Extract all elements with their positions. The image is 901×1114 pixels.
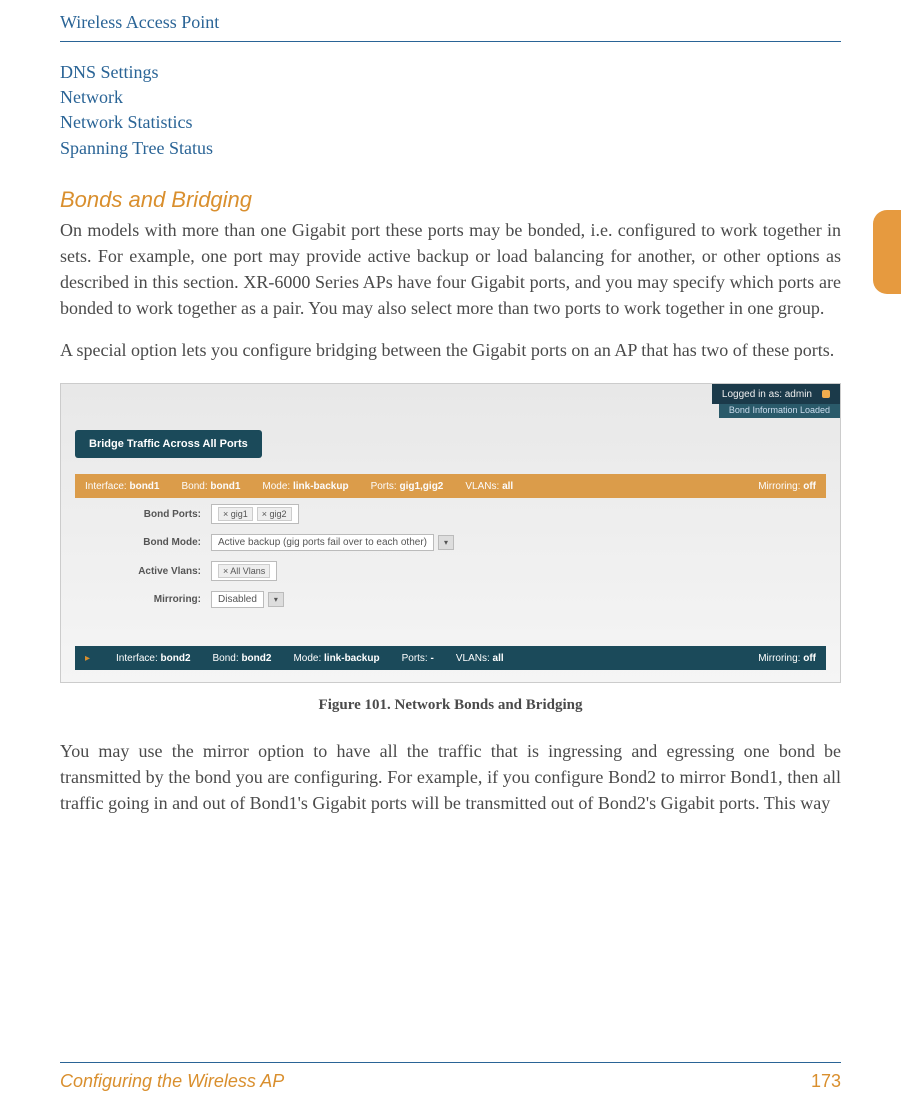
fig-login-text: Logged in as: admin xyxy=(722,389,812,400)
bond1-header-row[interactable]: Interface: bond1 Bond: bond1 Mode: link-… xyxy=(75,474,826,498)
bond2-interface-label: Interface: bond2 xyxy=(116,653,190,664)
fig-subtop: Bond Information Loaded xyxy=(719,404,840,418)
section-heading: Bonds and Bridging xyxy=(60,187,841,213)
bond2-ports-label: Ports: - xyxy=(402,653,434,664)
bond2-bond-label: Bond: bond2 xyxy=(213,653,272,664)
paragraph-2: A special option lets you configure brid… xyxy=(60,337,841,363)
bond1-ports-label: Ports: gig1,gig2 xyxy=(371,481,444,492)
active-vlans-label: Active Vlans: xyxy=(121,566,211,577)
bond2-mode-label: Mode: link-backup xyxy=(293,653,379,664)
footer-section-title: Configuring the Wireless AP xyxy=(60,1071,284,1092)
figure-caption: Figure 101. Network Bonds and Bridging xyxy=(60,697,841,714)
toc-link-netstats[interactable]: Network Statistics xyxy=(60,110,841,135)
section-tab-marker xyxy=(873,210,901,294)
port-chip-gig1[interactable]: × gig1 xyxy=(218,507,253,521)
fig-topbar: Logged in as: admin xyxy=(712,384,840,404)
bond2-header-row[interactable]: ▸ Interface: bond2 Bond: bond2 Mode: lin… xyxy=(75,646,826,670)
bond1-mirror-label: Mirroring: off xyxy=(758,481,816,492)
chevron-down-icon[interactable]: ▾ xyxy=(268,592,284,607)
bond1-bond-label: Bond: bond1 xyxy=(181,481,240,492)
bond2-mirror-label: Mirroring: off xyxy=(758,653,816,664)
bond-ports-input[interactable]: × gig1 × gig2 xyxy=(211,504,299,524)
vlan-chip-all[interactable]: × All Vlans xyxy=(218,564,270,578)
toc-link-spanning-tree[interactable]: Spanning Tree Status xyxy=(60,136,841,161)
bond1-interface-label: Interface: bond1 xyxy=(85,481,159,492)
page-footer: Configuring the Wireless AP 173 xyxy=(60,1062,841,1092)
bond-ports-label: Bond Ports: xyxy=(121,509,211,520)
bond1-vlans-label: VLANs: all xyxy=(465,481,513,492)
chevron-down-icon[interactable]: ▾ xyxy=(438,535,454,550)
bond1-mode-label: Mode: link-backup xyxy=(262,481,348,492)
fig-status-icon xyxy=(822,390,830,398)
figure-screenshot: Logged in as: admin Bond Information Loa… xyxy=(60,383,841,683)
bond2-vlans-label: VLANs: all xyxy=(456,653,504,664)
bond1-form: Bond Ports: × gig1 × gig2 Bond Mode: Act… xyxy=(121,504,780,618)
bond-mode-label: Bond Mode: xyxy=(121,537,211,548)
toc-link-list: DNS Settings Network Network Statistics … xyxy=(60,60,841,161)
toc-link-dns[interactable]: DNS Settings xyxy=(60,60,841,85)
chevron-right-icon: ▸ xyxy=(85,653,90,664)
bond-mode-select[interactable]: Active backup (gig ports fail over to ea… xyxy=(211,534,434,551)
mirroring-select[interactable]: Disabled xyxy=(211,591,264,608)
port-chip-gig2[interactable]: × gig2 xyxy=(257,507,292,521)
paragraph-1: On models with more than one Gigabit por… xyxy=(60,217,841,321)
toc-link-network[interactable]: Network xyxy=(60,85,841,110)
page-header-title: Wireless Access Point xyxy=(60,12,841,42)
mirroring-label: Mirroring: xyxy=(121,594,211,605)
paragraph-3: You may use the mirror option to have al… xyxy=(60,738,841,816)
active-vlans-input[interactable]: × All Vlans xyxy=(211,561,277,581)
bridge-traffic-button[interactable]: Bridge Traffic Across All Ports xyxy=(75,430,262,458)
footer-page-number: 173 xyxy=(811,1071,841,1092)
